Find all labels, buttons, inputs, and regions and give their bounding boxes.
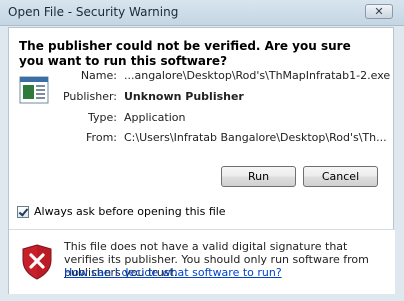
dialog-content: The publisher could not be verified. Are… [8,27,395,294]
shield-x-icon [22,244,52,280]
name-row: Name: ...angalore\Desktop\Rod's\ThMapInf… [9,69,395,85]
publisher-value: Unknown Publisher [124,90,244,103]
warning-headline: The publisher could not be verified. Are… [19,39,351,68]
run-button[interactable]: Run [221,166,296,187]
publisher-row: Publisher: Unknown Publisher [9,90,395,106]
from-label: From: [86,131,117,144]
from-value: C:\Users\Infratab Bangalore\Desktop\Rod'… [124,131,387,144]
type-value: Application [124,111,186,124]
close-icon: ✕ [374,5,384,18]
always-ask-option[interactable]: Always ask before opening this file [17,205,226,218]
type-row: Type: Application [9,111,395,127]
always-ask-checkbox[interactable] [17,205,29,218]
always-ask-label[interactable]: Always ask before opening this file [34,205,226,218]
security-footer: This file does not have a valid digital … [9,230,395,294]
cancel-button[interactable]: Cancel [303,166,378,187]
close-button[interactable]: ✕ [365,4,393,19]
help-link[interactable]: How can I decide what software to run? [64,266,282,279]
publisher-label: Publisher: [62,90,117,103]
name-label: Name: [80,69,117,82]
from-row: From: C:\Users\Infratab Bangalore\Deskto… [9,131,395,147]
title-bar: Open File - Security Warning ✕ [0,0,404,26]
name-value: ...angalore\Desktop\Rod's\ThMapInfratab1… [124,69,391,82]
window-title: Open File - Security Warning [8,5,179,19]
type-label: Type: [88,111,117,124]
